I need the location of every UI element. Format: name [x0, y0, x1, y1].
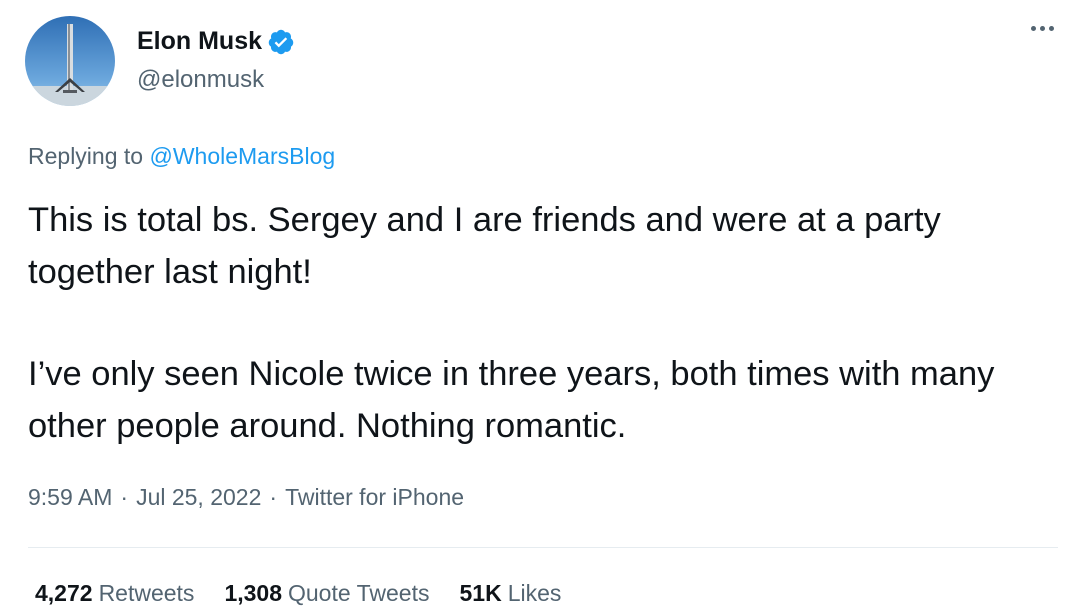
- tweet-paragraph: This is total bs. Sergey and I are frien…: [28, 201, 941, 291]
- meta-separator: ·: [269, 484, 278, 510]
- tweet-date[interactable]: Jul 25, 2022: [136, 484, 261, 510]
- tweet-paragraph: I’ve only seen Nicole twice in three yea…: [28, 355, 995, 445]
- replying-to: Replying to @WholeMarsBlog: [28, 143, 335, 170]
- meta-separator: ·: [120, 484, 129, 510]
- likes-count: 51K: [459, 580, 502, 606]
- author-handle[interactable]: @elonmusk: [137, 66, 264, 94]
- retweets-count: 4,272: [35, 580, 93, 606]
- retweets-label: Retweets: [98, 580, 195, 606]
- tweet-meta: 9:59 AM · Jul 25, 2022 · Twitter for iPhone: [28, 484, 464, 511]
- tweet-time[interactable]: 9:59 AM: [28, 484, 112, 510]
- likes-stat[interactable]: 51K Likes: [460, 580, 562, 607]
- replying-to-label: Replying to: [28, 143, 144, 169]
- retweets-stat[interactable]: 4,272 Retweets: [35, 580, 194, 607]
- quote-tweets-count: 1,308: [224, 580, 282, 606]
- more-dots-icon[interactable]: [1031, 26, 1054, 31]
- author-name[interactable]: Elon Musk: [137, 27, 262, 56]
- likes-label: Likes: [507, 580, 562, 606]
- avatar[interactable]: [25, 16, 115, 106]
- divider: [28, 547, 1058, 548]
- verified-badge-icon: [267, 28, 295, 56]
- reply-mention-link[interactable]: @WholeMarsBlog: [149, 143, 335, 169]
- quote-tweets-stat[interactable]: 1,308 Quote Tweets: [224, 580, 429, 607]
- tweet-source[interactable]: Twitter for iPhone: [285, 484, 464, 510]
- tweet-stats: 4,272 Retweets 1,308 Quote Tweets 51K Likes: [35, 580, 561, 607]
- quote-tweets-label: Quote Tweets: [288, 580, 430, 606]
- tweet-text: This is total bs. Sergey and I are frien…: [28, 194, 1058, 452]
